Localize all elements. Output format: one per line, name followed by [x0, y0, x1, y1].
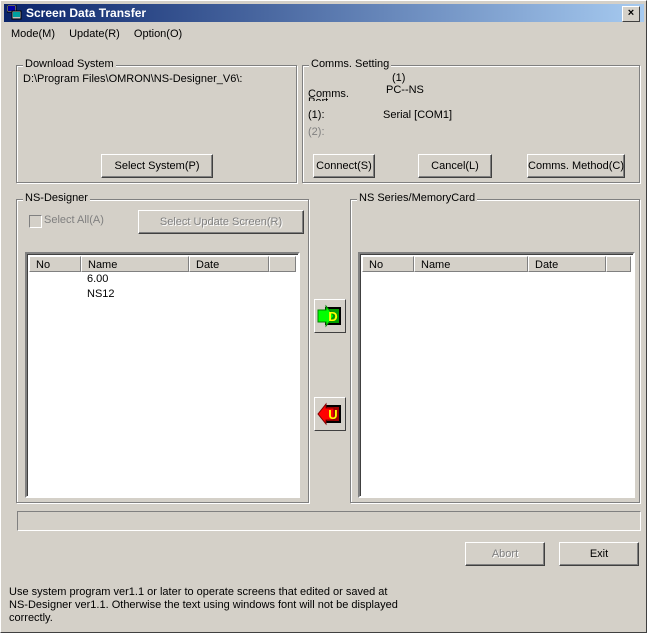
col-header-date[interactable]: Date	[528, 256, 606, 272]
download-system-title: Download System	[23, 58, 116, 70]
list-item[interactable]: NS12	[29, 287, 296, 302]
note-line-1: Use system program ver1.1 or later to op…	[9, 586, 388, 598]
comms-setting-title: Comms. Setting	[309, 58, 392, 70]
ns-designer-group: NS-Designer Select All(A) Select Update …	[16, 192, 309, 503]
menu-option[interactable]: Option(O)	[134, 28, 182, 40]
download-button[interactable]: D	[314, 299, 346, 333]
system-path: D:\Program Files\OMRON\NS-Designer_V6\:	[23, 73, 243, 85]
col-header-extra	[269, 256, 296, 272]
comms-index-header: (1)	[392, 72, 406, 84]
abort-button[interactable]: Abort	[465, 542, 545, 566]
row-name: NS12	[87, 288, 115, 300]
note-line-2: NS-Designer ver1.1. Otherwise the text u…	[9, 599, 398, 611]
progress-bar	[17, 511, 641, 531]
port2-label: (2):	[308, 126, 325, 138]
ns-designer-list[interactable]: No Name Date 6.00 NS12	[25, 252, 300, 498]
comms-setting-group: Comms. Setting (1) Comms. PC--NS Port (1…	[302, 58, 640, 183]
close-button[interactable]: ×	[622, 6, 640, 22]
comms-value: PC--NS	[386, 84, 424, 96]
screen-data-transfer-window: Screen Data Transfer × Mode(M) Update(R)…	[0, 0, 647, 633]
col-header-name[interactable]: Name	[414, 256, 528, 272]
list-item[interactable]: 6.00	[29, 272, 296, 287]
ns-series-group: NS Series/MemoryCard No Name Date	[350, 192, 640, 503]
select-all-checkbox[interactable]	[29, 215, 42, 228]
select-all-label[interactable]: Select All(A)	[44, 214, 104, 226]
cancel-button[interactable]: Cancel(L)	[418, 154, 492, 178]
row-name: 6.00	[87, 273, 109, 285]
select-update-screen-button[interactable]: Select Update Screen(R)	[138, 210, 304, 234]
menu-bar: Mode(M) Update(R) Option(O)	[4, 25, 186, 43]
window-title: Screen Data Transfer	[26, 6, 147, 20]
ns-series-title: NS Series/MemoryCard	[357, 192, 478, 204]
select-system-button[interactable]: Select System(P)	[101, 154, 213, 178]
menu-mode[interactable]: Mode(M)	[11, 28, 55, 40]
port-label: Port	[308, 96, 328, 101]
download-label: D	[328, 309, 337, 324]
note-line-3: correctly.	[9, 612, 53, 624]
port1-label: (1):	[308, 109, 325, 121]
title-bar[interactable]: Screen Data Transfer ×	[4, 4, 644, 22]
exit-button[interactable]: Exit	[559, 542, 639, 566]
port1-value: Serial [COM1]	[383, 109, 453, 121]
menu-update[interactable]: Update(R)	[69, 28, 120, 40]
col-header-no[interactable]: No	[362, 256, 414, 272]
app-icon	[7, 5, 22, 20]
col-header-name[interactable]: Name	[81, 256, 189, 272]
download-system-group: Download System D:\Program Files\OMRON\N…	[16, 58, 297, 183]
upload-label: U	[328, 407, 337, 422]
comms-method-button[interactable]: Comms. Method(C)	[527, 154, 625, 178]
download-arrow-icon: D	[317, 304, 341, 328]
connect-button[interactable]: Connect(S)	[313, 154, 375, 178]
col-header-extra	[606, 256, 631, 272]
col-header-no[interactable]: No	[29, 256, 81, 272]
col-header-date[interactable]: Date	[189, 256, 269, 272]
ns-designer-title: NS-Designer	[23, 192, 90, 204]
ns-series-list[interactable]: No Name Date	[358, 252, 635, 498]
upload-arrow-icon: U	[317, 402, 341, 426]
upload-button[interactable]: U	[314, 397, 346, 431]
